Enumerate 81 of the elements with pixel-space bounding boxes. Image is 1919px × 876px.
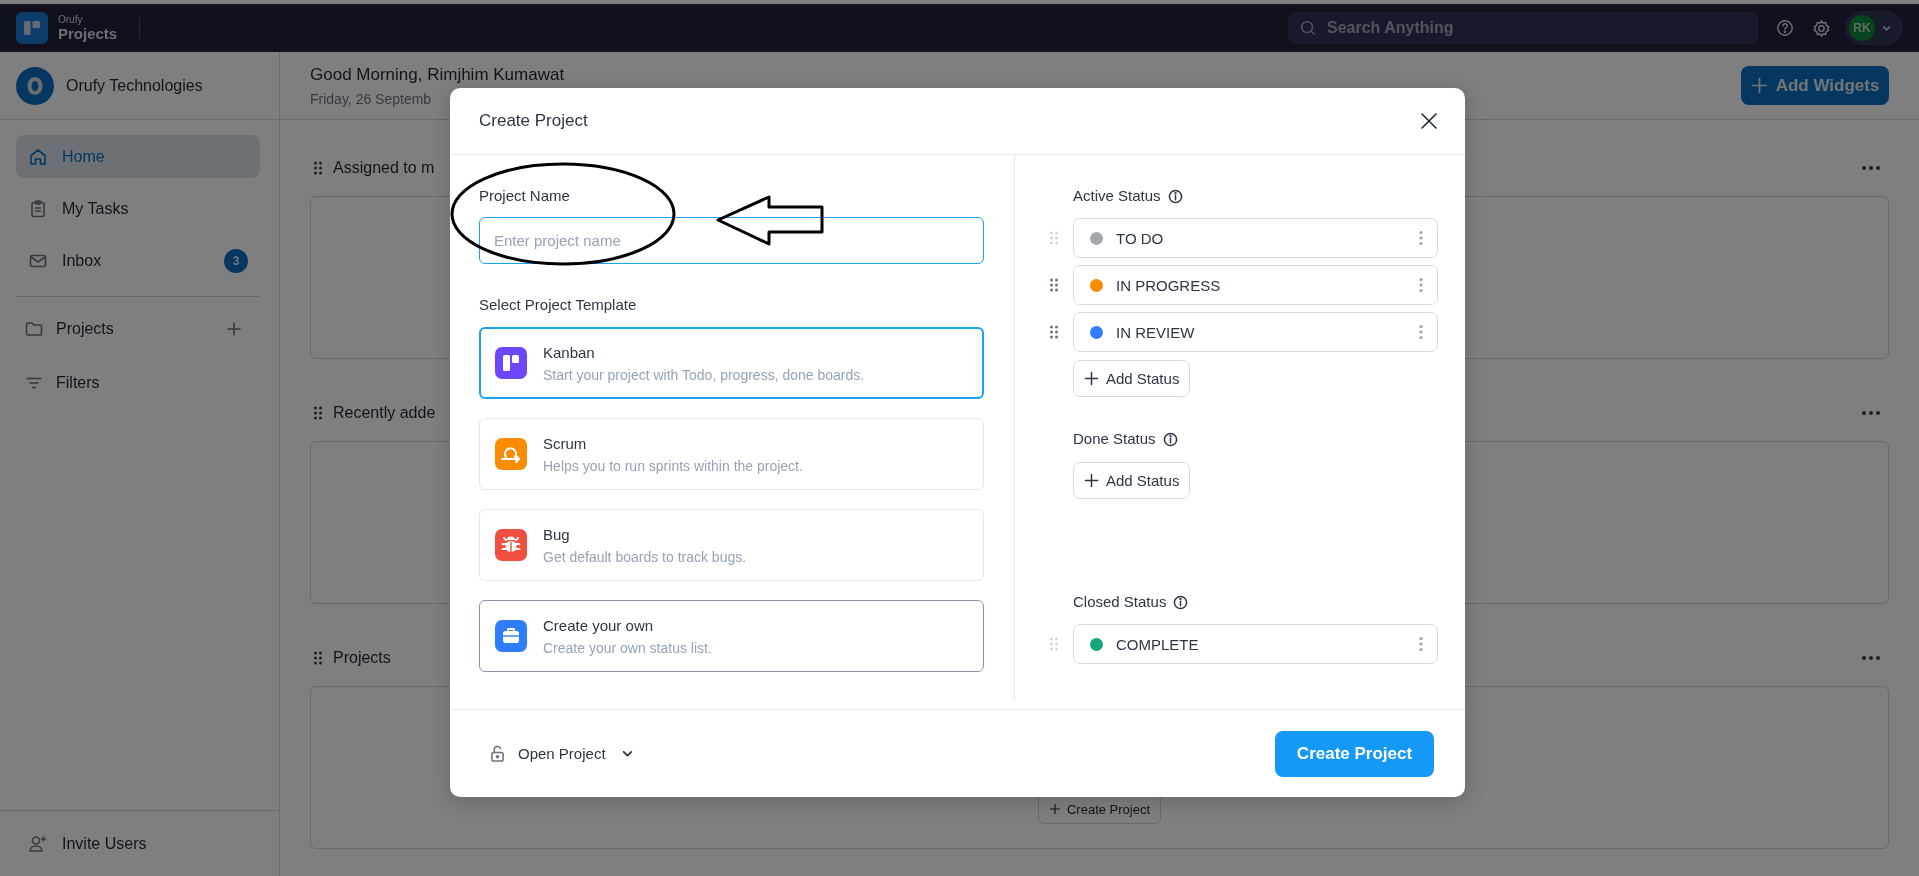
more-vertical-icon[interactable]	[1419, 636, 1423, 652]
template-description: Start your project with Todo, progress, done boards.	[543, 366, 865, 383]
more-icon[interactable]	[1861, 655, 1881, 661]
date-text: Friday, 26 Septemb	[310, 90, 433, 107]
drag-handle-icon[interactable]	[1049, 277, 1059, 293]
status-item[interactable]: COMPLETE	[1073, 624, 1438, 664]
settings-icon[interactable]	[1812, 18, 1831, 38]
drag-handle-icon[interactable]	[1049, 636, 1059, 652]
more-vertical-icon[interactable]	[1419, 277, 1423, 293]
search-icon	[1299, 19, 1317, 37]
workspace-logo-icon	[16, 66, 54, 105]
info-icon[interactable]	[1173, 594, 1189, 610]
add-status-button[interactable]: Add Status	[1073, 462, 1191, 499]
plus-icon	[1048, 803, 1061, 815]
template-description: Get default boards to track bugs.	[543, 548, 747, 565]
count-badge: 3	[224, 248, 248, 273]
drag-handle-icon[interactable]	[1049, 230, 1059, 246]
template-card[interactable]: Kanban Start your project with Todo, progress, done boards.	[479, 327, 984, 399]
invite-users-link[interactable]: Invite Users	[16, 822, 159, 865]
nav-item[interactable]: My Tasks	[16, 187, 260, 230]
more-icon[interactable]	[1861, 410, 1881, 416]
status-group-label: Active Status	[1073, 186, 1161, 206]
drag-handle-icon[interactable]	[313, 650, 323, 666]
logo-icon	[16, 12, 48, 44]
visibility-dropdown[interactable]: Open Project	[490, 745, 634, 762]
field-label: Project Name	[479, 186, 571, 206]
status-group-label: Done Status	[1073, 429, 1156, 449]
search-field[interactable]: Search Anything	[1288, 12, 1758, 44]
add-status-button[interactable]: Add Status	[1073, 360, 1191, 397]
kanban-board-icon	[495, 347, 527, 379]
logo-title: Projects	[58, 26, 118, 41]
template-name: Create your own	[543, 616, 655, 634]
plus-icon[interactable]	[226, 320, 242, 337]
nav-item[interactable]: Filters	[16, 361, 260, 404]
section-label: Select Project Template	[479, 295, 638, 315]
nav-item[interactable]: Projects	[16, 307, 260, 350]
clipboard-icon	[28, 198, 48, 219]
widget-title: Projects	[333, 649, 391, 667]
status-item[interactable]: TO DO	[1073, 218, 1438, 258]
workspace-name: Orufy Technologies	[66, 76, 203, 95]
greeting: Good Morning, Rimjhim Kumawat	[310, 64, 565, 85]
status-name: IN REVIEW	[1116, 323, 1195, 341]
more-icon[interactable]	[1861, 165, 1881, 171]
plus-icon	[1750, 77, 1768, 94]
nav-item[interactable]: Inbox 3	[16, 239, 260, 282]
more-vertical-icon[interactable]	[1419, 324, 1423, 340]
padlock-icon	[490, 745, 505, 762]
template-card[interactable]: Bug Get default boards to track bugs.	[479, 509, 984, 581]
template-card[interactable]: Scrum Helps you to run sprints within the project.	[479, 418, 984, 490]
dialog-title: Create Project	[479, 111, 588, 131]
project-name-field[interactable]: Enter project name	[479, 217, 984, 264]
more-vertical-icon[interactable]	[1419, 230, 1423, 246]
status-group-label: Closed Status	[1073, 592, 1167, 612]
drag-handle-icon[interactable]	[1049, 324, 1059, 340]
template-card[interactable]: Create your own Create your own status list.	[479, 600, 984, 672]
status-name: TO DO	[1116, 229, 1164, 247]
template-description: Helps you to run sprints within the project.	[543, 457, 803, 474]
status-item[interactable]: IN PROGRESS	[1073, 265, 1438, 305]
status-item[interactable]: IN REVIEW	[1073, 312, 1438, 352]
template-description: Create your own status list.	[543, 639, 712, 656]
bug-icon	[495, 529, 527, 561]
plus-icon	[1084, 473, 1099, 488]
template-name: Scrum	[543, 434, 588, 452]
drag-handle-icon[interactable]	[313, 160, 323, 176]
widget-title: Recently adde	[333, 404, 436, 422]
logo-caption: Orufy	[58, 15, 84, 25]
status-name: IN PROGRESS	[1116, 276, 1221, 294]
add-user-icon	[28, 833, 48, 854]
status-name: COMPLETE	[1116, 635, 1199, 653]
avatar: RK	[1849, 15, 1875, 41]
close-icon[interactable]	[1419, 111, 1439, 131]
info-icon[interactable]	[1162, 431, 1178, 447]
plus-icon	[1084, 371, 1099, 386]
drag-handle-icon[interactable]	[313, 405, 323, 421]
info-icon[interactable]	[1167, 188, 1183, 204]
help-icon[interactable]	[1776, 19, 1794, 37]
template-name: Bug	[543, 525, 571, 543]
home-icon	[28, 146, 48, 167]
toolbox-icon	[495, 620, 527, 652]
widget-title: Assigned to m	[333, 159, 435, 177]
template-name: Kanban	[543, 343, 596, 361]
